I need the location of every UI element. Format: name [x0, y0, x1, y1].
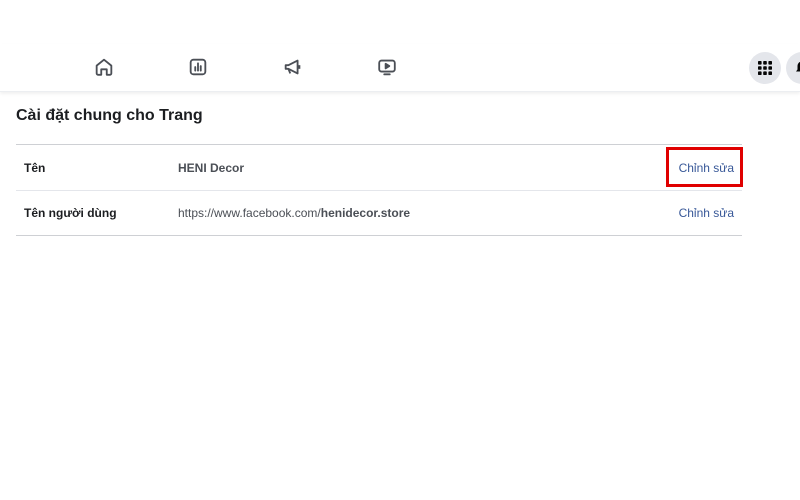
setting-label: Tên: [24, 160, 46, 175]
home-icon[interactable]: [91, 54, 117, 80]
username-url-prefix: https://www.facebook.com/: [178, 206, 321, 220]
insights-icon[interactable]: [185, 54, 211, 80]
setting-row-name: Tên HENI Decor Chỉnh sửa: [16, 145, 742, 190]
edit-name-link[interactable]: Chỉnh sửa: [679, 161, 734, 175]
grid-menu-button[interactable]: [749, 52, 781, 84]
edit-username-link[interactable]: Chỉnh sửa: [679, 206, 734, 220]
top-navigation-bar: [0, 44, 800, 92]
setting-label: Tên người dùng: [24, 206, 117, 220]
page-title: Cài đặt chung cho Trang: [16, 107, 203, 124]
notification-icon: [796, 61, 800, 72]
notification-button[interactable]: [786, 52, 800, 84]
megaphone-icon[interactable]: [280, 54, 306, 80]
username-handle: henidecor.store: [320, 206, 411, 220]
settings-table: Tên HENI Decor Chỉnh sửa Tên người dùng …: [16, 144, 742, 236]
grid-menu-icon: [758, 61, 772, 75]
video-icon[interactable]: [374, 54, 400, 80]
setting-value: HENI Decor: [178, 160, 245, 175]
setting-row-username: Tên người dùng https://www.facebook.com/…: [16, 190, 742, 235]
setting-value: https://www.facebook.com/henidecor.store: [178, 206, 410, 220]
